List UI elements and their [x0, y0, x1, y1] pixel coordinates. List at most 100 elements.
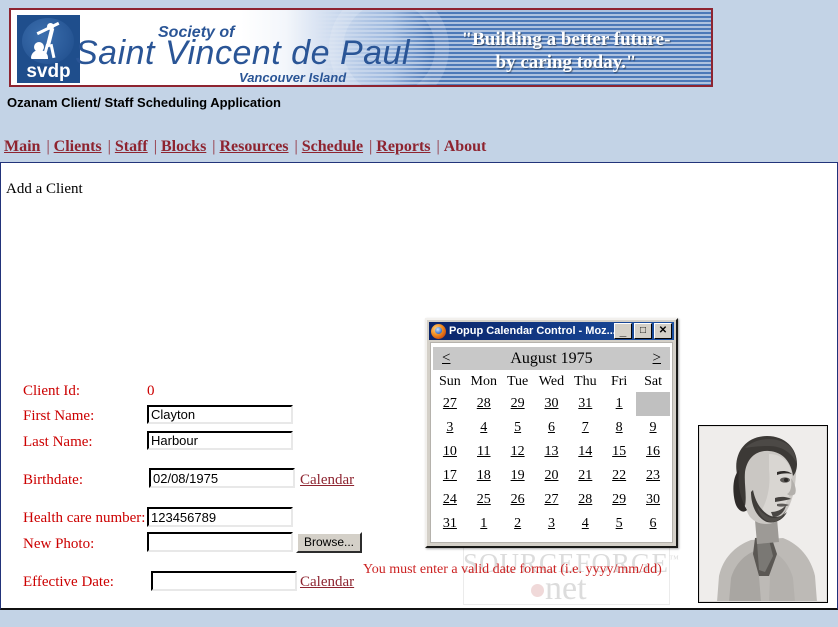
calendar-day-cell[interactable]: 4 [568, 512, 602, 536]
calendar-day-cell[interactable]: 1 [467, 512, 501, 536]
effective-date-input[interactable] [151, 571, 297, 591]
calendar-day-label[interactable]: 17 [443, 468, 457, 483]
calendar-day-label[interactable]: 30 [646, 492, 660, 507]
calendar-day-label[interactable]: 2 [650, 396, 657, 411]
birthdate-input[interactable] [149, 468, 295, 488]
nav-item-schedule[interactable]: Schedule [302, 138, 363, 155]
calendar-day-label[interactable]: 11 [477, 444, 490, 459]
health-care-number-input[interactable] [147, 507, 293, 527]
calendar-day-label[interactable]: 5 [616, 516, 623, 531]
minimize-button[interactable]: _ [614, 323, 632, 339]
calendar-day-cell[interactable]: 27 [535, 488, 569, 512]
calendar-day-cell[interactable]: 30 [636, 488, 670, 512]
calendar-window-titlebar[interactable]: Popup Calendar Control - Moz... _ □ ✕ [429, 322, 674, 340]
calendar-day-label[interactable]: 13 [544, 444, 558, 459]
calendar-day-cell[interactable]: 24 [433, 488, 467, 512]
calendar-day-label[interactable]: 15 [612, 444, 626, 459]
calendar-day-label[interactable]: 28 [578, 492, 592, 507]
calendar-day-label[interactable]: 5 [514, 420, 521, 435]
calendar-day-label[interactable]: 3 [548, 516, 555, 531]
calendar-day-cell[interactable]: 8 [602, 416, 636, 440]
calendar-day-label[interactable]: 19 [511, 468, 525, 483]
calendar-day-label[interactable]: 6 [650, 516, 657, 531]
browse-button[interactable]: Browse... [296, 532, 363, 553]
calendar-day-cell[interactable]: 19 [501, 464, 535, 488]
calendar-day-cell[interactable]: 31 [433, 512, 467, 536]
calendar-day-label[interactable]: 7 [582, 420, 589, 435]
calendar-day-cell[interactable]: 5 [501, 416, 535, 440]
calendar-day-cell[interactable]: 6 [636, 512, 670, 536]
close-button[interactable]: ✕ [654, 323, 672, 339]
calendar-day-cell[interactable]: 4 [467, 416, 501, 440]
calendar-day-label[interactable]: 3 [446, 420, 453, 435]
calendar-day-cell[interactable]: 27 [433, 392, 467, 416]
calendar-day-label[interactable]: 16 [646, 444, 660, 459]
calendar-day-label[interactable]: 10 [443, 444, 457, 459]
maximize-button[interactable]: □ [634, 323, 652, 339]
calendar-day-cell[interactable]: 21 [568, 464, 602, 488]
nav-item-clients[interactable]: Clients [54, 138, 102, 155]
calendar-day-cell[interactable]: 2 [501, 512, 535, 536]
calendar-day-label[interactable]: 18 [477, 468, 491, 483]
calendar-day-cell[interactable]: 29 [602, 488, 636, 512]
calendar-day-label[interactable]: 31 [578, 396, 592, 411]
calendar-day-label[interactable]: 29 [612, 492, 626, 507]
calendar-day-cell[interactable]: 12 [501, 440, 535, 464]
calendar-day-label[interactable]: 9 [650, 420, 657, 435]
calendar-next-month-button[interactable]: > [644, 350, 670, 367]
nav-item-staff[interactable]: Staff [115, 138, 148, 155]
new-photo-input[interactable] [147, 532, 293, 552]
calendar-day-label[interactable]: 2 [514, 516, 521, 531]
popup-calendar-window[interactable]: Popup Calendar Control - Moz... _ □ ✕ < … [425, 318, 678, 548]
calendar-day-label[interactable]: 23 [646, 468, 660, 483]
calendar-day-label[interactable]: 31 [443, 516, 457, 531]
calendar-day-label[interactable]: 4 [480, 420, 487, 435]
calendar-day-cell-hovered[interactable]: 2 [636, 392, 670, 416]
calendar-day-cell[interactable]: 18 [467, 464, 501, 488]
calendar-day-cell[interactable]: 25 [467, 488, 501, 512]
calendar-day-cell[interactable]: 3 [535, 512, 569, 536]
calendar-day-cell[interactable]: 26 [501, 488, 535, 512]
calendar-day-label[interactable]: 24 [443, 492, 457, 507]
calendar-day-cell[interactable]: 1 [602, 392, 636, 416]
calendar-day-label[interactable]: 22 [612, 468, 626, 483]
nav-item-resources[interactable]: Resources [220, 138, 289, 155]
calendar-day-cell[interactable]: 17 [433, 464, 467, 488]
calendar-day-cell[interactable]: 30 [535, 392, 569, 416]
calendar-day-label[interactable]: 1 [480, 516, 487, 531]
calendar-day-label[interactable]: 28 [477, 396, 491, 411]
last-name-input[interactable] [147, 431, 293, 450]
nav-item-reports[interactable]: Reports [376, 138, 430, 155]
calendar-day-cell[interactable]: 14 [568, 440, 602, 464]
nav-item-about[interactable]: About [444, 138, 487, 155]
calendar-day-cell[interactable]: 5 [602, 512, 636, 536]
calendar-day-cell[interactable]: 16 [636, 440, 670, 464]
calendar-day-cell[interactable]: 23 [636, 464, 670, 488]
calendar-day-label[interactable]: 14 [578, 444, 592, 459]
calendar-day-cell[interactable]: 9 [636, 416, 670, 440]
calendar-day-label[interactable]: 30 [544, 396, 558, 411]
calendar-day-label[interactable]: 12 [511, 444, 525, 459]
calendar-day-label[interactable]: 27 [544, 492, 558, 507]
calendar-day-cell[interactable]: 20 [535, 464, 569, 488]
calendar-day-cell[interactable]: 28 [467, 392, 501, 416]
calendar-day-cell[interactable]: 29 [501, 392, 535, 416]
calendar-day-cell[interactable]: 7 [568, 416, 602, 440]
calendar-day-label[interactable]: 27 [443, 396, 457, 411]
calendar-day-cell[interactable]: 6 [535, 416, 569, 440]
calendar-day-cell[interactable]: 28 [568, 488, 602, 512]
effective-date-calendar-link[interactable]: Calendar [300, 574, 354, 591]
calendar-day-cell[interactable]: 11 [467, 440, 501, 464]
calendar-day-label[interactable]: 6 [548, 420, 555, 435]
nav-item-main[interactable]: Main [4, 138, 40, 155]
calendar-day-label[interactable]: 29 [511, 396, 525, 411]
calendar-day-label[interactable]: 8 [616, 420, 623, 435]
calendar-day-cell[interactable]: 10 [433, 440, 467, 464]
first-name-input[interactable] [147, 405, 293, 424]
calendar-day-cell[interactable]: 3 [433, 416, 467, 440]
calendar-day-label[interactable]: 25 [477, 492, 491, 507]
calendar-day-label[interactable]: 1 [616, 396, 623, 411]
calendar-day-cell[interactable]: 13 [535, 440, 569, 464]
calendar-prev-month-button[interactable]: < [433, 350, 459, 367]
calendar-day-label[interactable]: 20 [544, 468, 558, 483]
